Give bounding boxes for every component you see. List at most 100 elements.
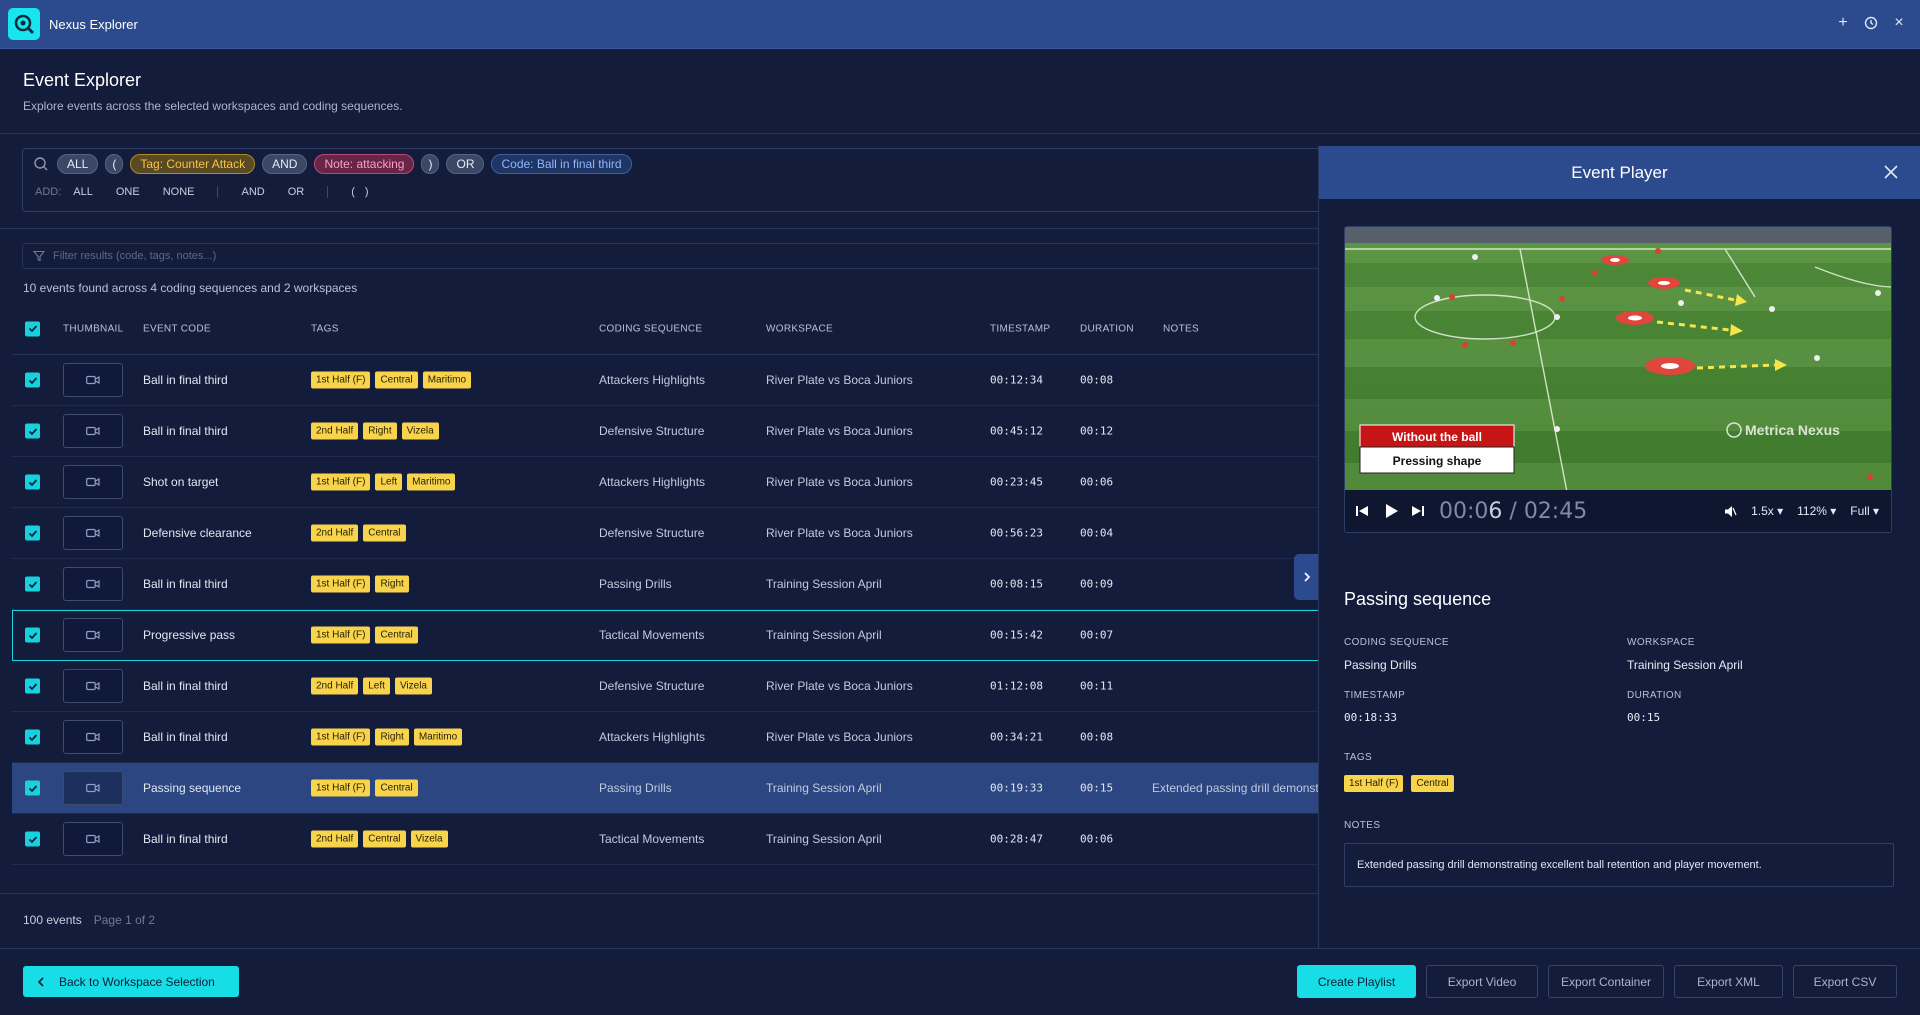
plus-icon[interactable]: + xyxy=(1834,14,1852,32)
close-icon[interactable] xyxy=(1882,163,1900,181)
timestamp-value: 00:18:33 xyxy=(1344,711,1397,724)
add-none-button[interactable]: NONE xyxy=(163,186,195,198)
row-checkbox[interactable] xyxy=(25,627,40,643)
column-coding-sequence[interactable]: CODING SEQUENCE xyxy=(599,323,702,334)
add-close-paren-button[interactable]: ) xyxy=(365,186,369,198)
select-all-checkbox[interactable] xyxy=(25,321,40,336)
add-and-button[interactable]: AND xyxy=(241,186,264,198)
page-indicator: Page 1 of 2 xyxy=(93,913,156,927)
video-icon xyxy=(86,630,100,640)
column-thumbnail: THUMBNAIL xyxy=(63,323,124,334)
table-row[interactable]: Ball in final third 2nd Half Central Vizela… xyxy=(12,814,1320,865)
coding-sequence-cell: Passing Drills xyxy=(599,781,672,795)
timestamp-cell: 00:28:47 xyxy=(990,832,1043,846)
add-open-paren-button[interactable]: ( xyxy=(351,186,355,198)
row-checkbox[interactable] xyxy=(25,372,40,388)
column-event-code[interactable]: EVENT CODE xyxy=(143,323,211,334)
mute-icon[interactable] xyxy=(1724,505,1737,518)
filter-icon xyxy=(33,250,45,262)
thumbnail[interactable] xyxy=(63,567,123,601)
tags-cell: 1st Half (F) Left Maritimo xyxy=(311,473,456,491)
tags-cell: 2nd Half Central xyxy=(311,524,406,542)
video-player[interactable]: Without the ball Pressing shape Metrica … xyxy=(1344,226,1892,533)
export-xml-button[interactable]: Export XML xyxy=(1674,965,1783,998)
speed-select[interactable]: 1.5x ▾ xyxy=(1751,504,1783,518)
history-icon[interactable] xyxy=(1862,14,1880,32)
tag-pill: Maritimo xyxy=(413,728,463,746)
zoom-select[interactable]: 112% ▾ xyxy=(1797,504,1836,518)
video-icon xyxy=(86,834,100,844)
column-workspace[interactable]: WORKSPACE xyxy=(766,323,833,334)
thumbnail[interactable] xyxy=(63,720,123,754)
row-checkbox[interactable] xyxy=(25,423,40,439)
close-icon[interactable]: × xyxy=(1890,14,1908,32)
tag-pill: Vizela xyxy=(394,677,432,695)
table-row[interactable]: Ball in final third 1st Half (F) Right Pass… xyxy=(12,559,1320,610)
coding-sequence-cell: Defensive Structure xyxy=(599,679,705,693)
thumbnail[interactable] xyxy=(63,516,123,550)
row-checkbox[interactable] xyxy=(25,831,40,847)
duration-cell: 00:04 xyxy=(1080,526,1114,540)
table-row[interactable]: Ball in final third 1st Half (F) Central Ma… xyxy=(12,355,1320,406)
query-chip-op[interactable]: ALL xyxy=(57,154,99,174)
workspace-cell: River Plate vs Boca Juniors xyxy=(766,475,913,489)
export-container-button[interactable]: Export Container xyxy=(1548,965,1664,998)
row-checkbox[interactable] xyxy=(25,474,40,490)
row-checkbox[interactable] xyxy=(25,576,40,592)
query-chip-op[interactable]: ) xyxy=(421,154,440,174)
query-chip-tag[interactable]: Tag: Counter Attack xyxy=(130,154,256,174)
row-checkbox[interactable] xyxy=(25,678,40,694)
thumbnail[interactable] xyxy=(63,771,123,805)
row-checkbox[interactable] xyxy=(25,780,40,796)
thumbnail[interactable] xyxy=(63,822,123,856)
table-row[interactable]: Ball in final third 2nd Half Left Vizela Def… xyxy=(12,661,1320,712)
tag-pill: Central xyxy=(363,524,406,542)
thumbnail[interactable] xyxy=(63,414,123,448)
query-chip-op[interactable]: ( xyxy=(105,154,124,174)
timestamp-cell: 00:12:34 xyxy=(990,373,1043,387)
thumbnail[interactable] xyxy=(63,465,123,499)
timestamp-cell: 00:08:15 xyxy=(990,577,1043,591)
add-one-button[interactable]: ONE xyxy=(116,186,140,198)
panel-toggle-button[interactable] xyxy=(1294,554,1320,600)
thumbnail[interactable] xyxy=(63,618,123,652)
size-select[interactable]: Full ▾ xyxy=(1850,504,1879,518)
table-row[interactable]: Shot on target 1st Half (F) Left Maritimo At… xyxy=(12,457,1320,508)
row-checkbox[interactable] xyxy=(25,729,40,745)
export-video-button[interactable]: Export Video xyxy=(1426,965,1538,998)
table-row[interactable]: Ball in final third 2nd Half Right Vizela De… xyxy=(12,406,1320,457)
thumbnail[interactable] xyxy=(63,669,123,703)
query-chip-code[interactable]: Code: Ball in final third xyxy=(491,154,632,174)
table-row[interactable]: Progressive pass 1st Half (F) Central Tacti… xyxy=(12,610,1320,661)
timestamp-cell: 00:45:12 xyxy=(990,424,1043,438)
row-checkbox[interactable] xyxy=(25,525,40,541)
tag-pill: Maritimo xyxy=(407,473,456,491)
query-chip-op[interactable]: OR xyxy=(446,154,485,174)
table-row[interactable]: Ball in final third 1st Half (F) Right Mari… xyxy=(12,712,1320,763)
thumbnail[interactable] xyxy=(63,363,123,397)
skip-back-icon[interactable] xyxy=(1355,504,1369,518)
add-or-button[interactable]: OR xyxy=(288,186,305,198)
play-icon[interactable] xyxy=(1383,503,1399,519)
notes-field[interactable]: Extended passing drill demonstrating exc… xyxy=(1344,843,1894,887)
chevron-right-icon xyxy=(1304,572,1311,582)
tag-pill: Central xyxy=(375,626,418,644)
notes-label: NOTES xyxy=(1344,820,1381,831)
filter-input[interactable] xyxy=(53,250,653,262)
add-all-button[interactable]: ALL xyxy=(73,186,93,198)
query-chip-op[interactable]: AND xyxy=(262,154,308,174)
table-row[interactable]: Passing sequence 1st Half (F) Central Passi… xyxy=(12,763,1320,814)
column-timestamp[interactable]: TIMESTAMP xyxy=(990,323,1050,334)
event-code-cell: Ball in final third xyxy=(143,424,228,438)
export-csv-button[interactable]: Export CSV xyxy=(1793,965,1897,998)
total-events: 100 events xyxy=(23,913,82,927)
create-playlist-button[interactable]: Create Playlist xyxy=(1297,965,1416,998)
query-chip-note[interactable]: Note: attacking xyxy=(314,154,415,174)
skip-forward-icon[interactable] xyxy=(1411,504,1425,518)
column-duration[interactable]: DURATION xyxy=(1080,323,1134,334)
tag-pill: 1st Half (F) xyxy=(1344,775,1404,792)
table-header: THUMBNAIL EVENT CODE TAGS CODING SEQUENC… xyxy=(12,303,1320,355)
tags-cell: 2nd Half Central Vizela xyxy=(311,830,448,848)
table-row[interactable]: Defensive clearance 2nd Half Central Defens… xyxy=(12,508,1320,559)
back-to-workspace-button[interactable]: Back to Workspace Selection xyxy=(23,966,239,997)
